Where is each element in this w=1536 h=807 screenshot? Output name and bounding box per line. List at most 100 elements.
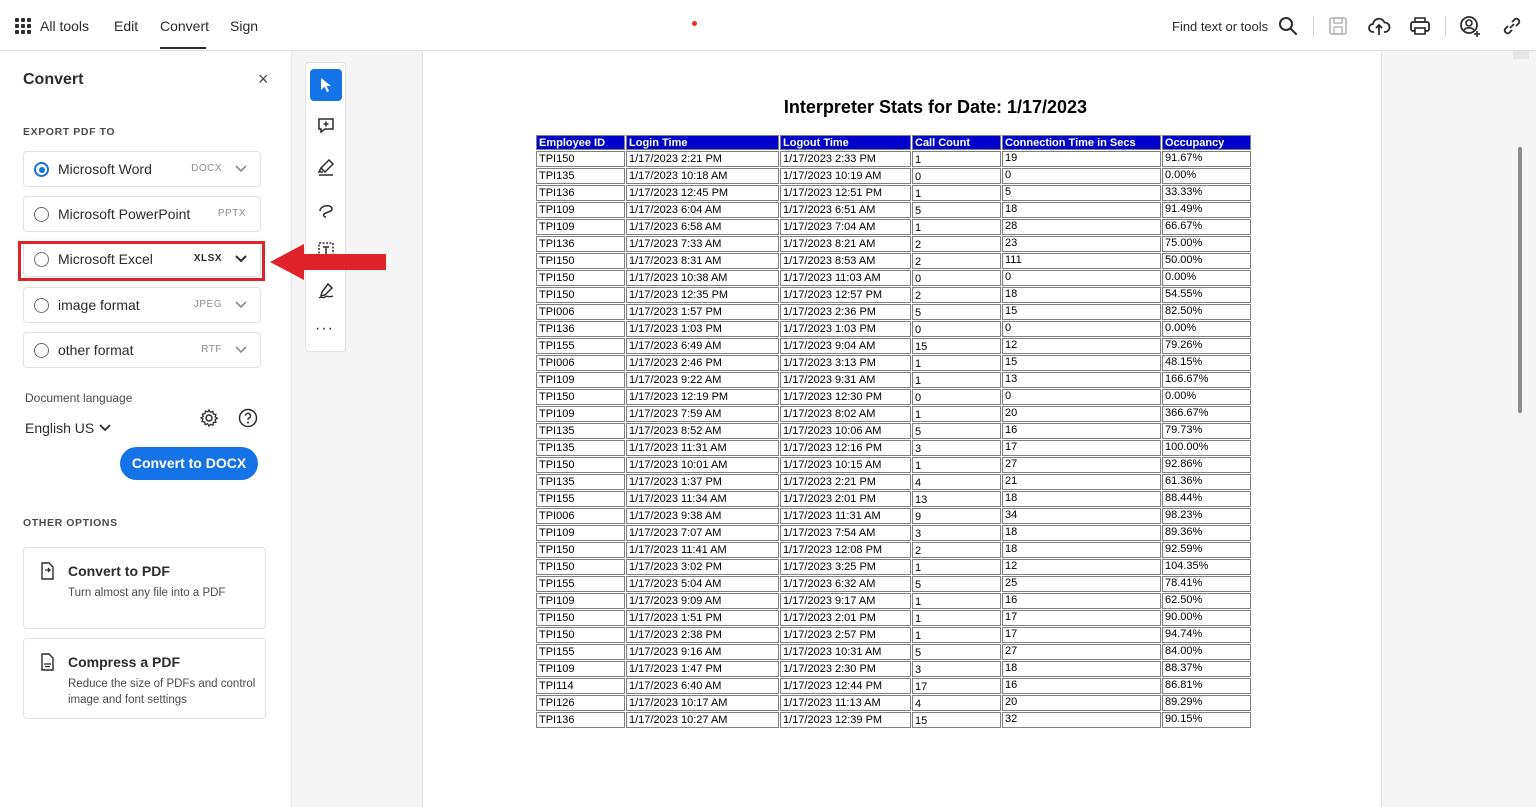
find-text-label[interactable]: Find text or tools: [1172, 19, 1268, 34]
chevron-down-icon[interactable]: [234, 298, 248, 312]
search-icon[interactable]: [1276, 14, 1300, 38]
table-cell: 0: [912, 270, 1001, 286]
table-cell: 1/17/2023 12:57 PM: [780, 287, 911, 303]
table-cell: 1/17/2023 8:31 AM: [626, 253, 779, 269]
table-cell: 1/17/2023 1:03 PM: [780, 321, 911, 337]
apps-grid-icon[interactable]: [15, 18, 31, 34]
table-row: TPI109 1/17/2023 6:04 AM 1/17/2023 6:51 AM…: [536, 202, 1251, 218]
table-cell: 32: [1002, 712, 1161, 728]
table-cell: 1/17/2023 2:21 PM: [626, 151, 779, 167]
convert-to-docx-button[interactable]: Convert to DOCX: [120, 447, 258, 480]
table-cell: TPI109: [536, 525, 625, 541]
table-cell: 91.67%: [1162, 151, 1251, 167]
table-cell: 1/17/2023 10:31 AM: [780, 644, 911, 660]
table-cell: 5: [912, 304, 1001, 320]
table-row: TPI150 1/17/2023 2:38 PM 1/17/2023 2:57 PM…: [536, 627, 1251, 643]
scroll-up-button[interactable]: [1513, 51, 1529, 59]
table-cell: TPI006: [536, 355, 625, 371]
table-cell: 1/17/2023 11:41 AM: [626, 542, 779, 558]
radio-icon[interactable]: [34, 343, 49, 358]
scrollbar-thumb[interactable]: [1518, 147, 1522, 413]
table-cell: TPI155: [536, 644, 625, 660]
table-cell: 1/17/2023 11:31 AM: [626, 440, 779, 456]
nav-sign[interactable]: Sign: [230, 18, 258, 34]
table-cell: 1/17/2023 12:08 PM: [780, 542, 911, 558]
radio-icon[interactable]: [34, 298, 49, 313]
option-microsoft-powerpoint[interactable]: Microsoft PowerPoint PPTX: [23, 196, 261, 232]
nav-all-tools[interactable]: All tools: [40, 18, 89, 34]
table-cell: 111: [1002, 253, 1161, 269]
add-comment-tool[interactable]: [310, 110, 342, 142]
table-cell: 1/17/2023 11:34 AM: [626, 491, 779, 507]
table-cell: 1/17/2023 2:33 PM: [780, 151, 911, 167]
table-row: TPI150 1/17/2023 8:31 AM 1/17/2023 8:53 AM…: [536, 253, 1251, 269]
table-cell: 1/17/2023 7:33 AM: [626, 236, 779, 252]
radio-icon[interactable]: [34, 207, 49, 222]
option-label: Microsoft Word: [58, 161, 152, 177]
table-cell: 12: [1002, 559, 1161, 575]
toolbar-separator: [1445, 16, 1446, 36]
table-cell: 1/17/2023 9:31 AM: [780, 372, 911, 388]
radio-selected-icon[interactable]: [34, 162, 49, 177]
more-tools-icon[interactable]: ···: [315, 320, 334, 338]
option-image-format[interactable]: image format JPEG: [23, 287, 261, 323]
table-cell: 91.49%: [1162, 202, 1251, 218]
chevron-down-icon[interactable]: [98, 421, 112, 435]
card-description: Turn almost any file into a PDF: [68, 587, 226, 599]
table-cell: TPI135: [536, 474, 625, 490]
table-row: TPI136 1/17/2023 7:33 AM 1/17/2023 8:21 AM…: [536, 236, 1251, 252]
table-cell: 15: [1002, 304, 1161, 320]
table-cell: 1/17/2023 11:13 AM: [780, 695, 911, 711]
option-microsoft-word[interactable]: Microsoft Word DOCX: [23, 151, 261, 187]
table-cell: TPI150: [536, 627, 625, 643]
table-cell: 1/17/2023 9:16 AM: [626, 644, 779, 660]
table-cell: 1/17/2023 10:38 AM: [626, 270, 779, 286]
table-cell: 1/17/2023 1:03 PM: [626, 321, 779, 337]
select-tool[interactable]: [310, 69, 342, 101]
table-cell: 18: [1002, 661, 1161, 677]
table-row: TPI135 1/17/2023 11:31 AM 1/17/2023 12:16 …: [536, 440, 1251, 456]
table-cell: 1/17/2023 6:32 AM: [780, 576, 911, 592]
highlight-tool[interactable]: [310, 151, 342, 183]
table-cell: 0: [1002, 168, 1161, 184]
nav-edit[interactable]: Edit: [114, 18, 138, 34]
table-cell: 61.36%: [1162, 474, 1251, 490]
document-title: Interpreter Stats for Date: 1/17/2023: [783, 97, 1088, 117]
table-cell: TPI109: [536, 202, 625, 218]
table-cell: 1: [912, 627, 1001, 643]
table-cell: 25: [1002, 576, 1161, 592]
chevron-down-icon[interactable]: [234, 162, 248, 176]
red-arrow-annotation: [270, 244, 386, 280]
print-icon[interactable]: [1408, 14, 1432, 38]
chevron-down-icon[interactable]: [234, 343, 248, 357]
link-icon[interactable]: [1500, 14, 1524, 38]
draw-tool[interactable]: [310, 193, 342, 225]
table-cell: 92.86%: [1162, 457, 1251, 473]
cloud-upload-icon[interactable]: [1367, 14, 1391, 38]
close-icon[interactable]: ×: [258, 69, 269, 90]
table-cell: TPI155: [536, 491, 625, 507]
convert-to-pdf-card[interactable]: Convert to PDF Turn almost any file into…: [23, 547, 266, 629]
save-icon[interactable]: [1326, 14, 1350, 38]
help-icon[interactable]: [238, 408, 258, 428]
account-icon[interactable]: [1458, 14, 1482, 38]
table-cell: 1/17/2023 2:01 PM: [780, 491, 911, 507]
table-cell: 1/17/2023 10:01 AM: [626, 457, 779, 473]
interpreter-stats-table: Employee ID Login Time Logout Time Call …: [535, 134, 1252, 729]
table-cell: 1/17/2023 7:07 AM: [626, 525, 779, 541]
table-cell: 1: [912, 355, 1001, 371]
scrollbar[interactable]: [1512, 51, 1536, 807]
gear-icon[interactable]: [199, 408, 219, 428]
table-cell: TPI109: [536, 661, 625, 677]
option-ext: PPTX: [217, 208, 246, 219]
language-dropdown[interactable]: English US: [25, 420, 94, 436]
table-cell: 100.00%: [1162, 440, 1251, 456]
compress-pdf-card[interactable]: Compress a PDF Reduce the size of PDFs a…: [23, 638, 266, 719]
table-cell: 94.74%: [1162, 627, 1251, 643]
quick-tools-bar: ···: [305, 62, 346, 352]
nav-convert[interactable]: Convert: [160, 18, 209, 34]
table-cell: 50.00%: [1162, 253, 1251, 269]
table-row: TPI150 1/17/2023 2:21 PM 1/17/2023 2:33 PM…: [536, 151, 1251, 167]
option-ext: DOCX: [191, 163, 222, 174]
option-other-format[interactable]: other format RTF: [23, 332, 261, 368]
